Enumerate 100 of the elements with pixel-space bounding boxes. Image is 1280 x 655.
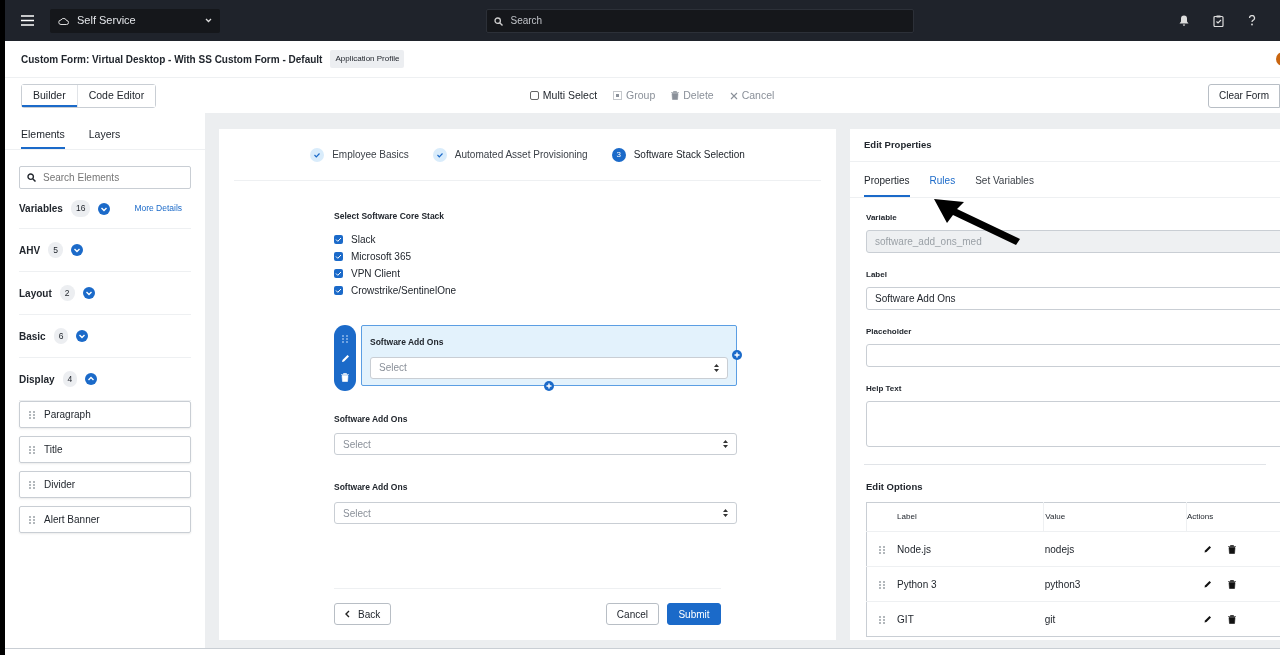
view-tab[interactable]: Builder — [22, 84, 77, 107]
checkbox[interactable] — [334, 234, 343, 244]
group-label: Layout — [19, 286, 52, 301]
checkbox[interactable] — [334, 268, 343, 278]
tag: Application Profile — [330, 50, 405, 68]
count-badge: 16 — [70, 200, 91, 217]
table-cell: GIT — [897, 613, 914, 625]
drag-handle-icon[interactable] — [877, 545, 886, 556]
checkbox[interactable] — [334, 285, 343, 295]
add-icon[interactable] — [732, 349, 742, 360]
step[interactable]: Employee Basics — [310, 147, 409, 162]
drag-handle-icon[interactable] — [877, 580, 886, 591]
sort-arrows-icon — [723, 509, 728, 517]
checkbox-option[interactable]: Crowstrike/SentinelOne — [334, 281, 737, 299]
group-label: Select Software Core Stack — [334, 210, 446, 223]
input-field[interactable] — [866, 344, 1280, 367]
view-tab[interactable]: Code Editor — [76, 84, 156, 107]
caret-icon — [205, 18, 212, 23]
clipboard-check-icon[interactable] — [1213, 14, 1224, 27]
count-badge: 5 — [48, 241, 63, 259]
drag-handle-icon — [28, 479, 36, 490]
more-details-link[interactable]: More Details — [134, 202, 183, 215]
properties-tab[interactable]: Set Variables — [975, 171, 1034, 197]
trash-icon[interactable] — [1227, 579, 1236, 589]
section-title: Edit Options — [865, 480, 924, 494]
field-label: Help Text — [866, 383, 903, 395]
element-item[interactable]: Alert Banner — [19, 506, 191, 533]
chevron-down-icon[interactable] — [98, 202, 111, 215]
sort-arrows-icon — [723, 440, 728, 449]
group-label: Variables — [19, 202, 63, 216]
chevron-up-icon[interactable] — [85, 373, 98, 385]
panel-title: Edit Properties — [864, 137, 932, 152]
sort-arrows-icon — [714, 363, 719, 372]
checkbox-option[interactable]: VPN Client — [334, 264, 737, 282]
pencil-icon[interactable] — [1203, 544, 1212, 553]
input-field[interactable]: Software Add Ons — [866, 287, 1280, 310]
drag-handle-icon[interactable] — [877, 615, 886, 626]
cloud-icon — [58, 16, 69, 25]
check-icon — [432, 147, 447, 162]
submit-button[interactable]: Submit — [667, 603, 721, 625]
help-icon[interactable] — [1248, 15, 1256, 26]
add-icon[interactable] — [544, 380, 554, 391]
field-label: Variable — [866, 212, 898, 224]
checkbox-icon — [529, 91, 539, 100]
trash-icon[interactable] — [1227, 544, 1236, 554]
group-icon — [613, 91, 623, 100]
drag-handle-icon[interactable] — [341, 333, 349, 344]
checkbox[interactable] — [334, 251, 343, 261]
element-item[interactable]: Title — [19, 436, 191, 463]
clear-form-button[interactable]: Clear Form — [1208, 83, 1280, 108]
drag-handle-icon — [28, 444, 36, 455]
field-label: Label — [866, 269, 888, 281]
sidebar-tab[interactable]: Layers — [88, 121, 121, 149]
bell-icon[interactable] — [1179, 15, 1189, 26]
field-label: Placeholder — [866, 326, 913, 338]
column-header: Value — [1045, 512, 1066, 522]
chevron-down-icon[interactable] — [76, 330, 89, 342]
table-cell: nodejs — [1044, 543, 1075, 555]
table-cell: git — [1044, 613, 1056, 625]
menu-icon[interactable] — [21, 15, 34, 26]
cancel-button[interactable]: Cancel — [605, 603, 659, 625]
multi-select-checkbox[interactable]: Multi Select — [529, 87, 598, 104]
group-label: Display — [19, 372, 55, 387]
page-title: Custom Form: Virtual Desktop - With SS Custom Form - Default — [21, 52, 323, 67]
step[interactable]: Automated Asset Provisioning — [432, 147, 588, 162]
chevron-down-icon[interactable] — [70, 244, 83, 256]
field-label: Software Add Ons — [334, 412, 409, 426]
check-icon — [310, 147, 325, 162]
element-item[interactable]: Paragraph — [19, 401, 191, 428]
count-badge: 4 — [62, 370, 78, 388]
close-icon — [729, 91, 738, 100]
chevron-down-icon[interactable] — [82, 287, 95, 299]
field-label: Software Add Ons — [334, 481, 409, 494]
search-field[interactable]: Search — [485, 8, 914, 33]
drag-handle-icon — [28, 409, 36, 420]
drag-handle-icon — [28, 514, 36, 525]
group-label: Basic — [19, 329, 46, 344]
properties-tab[interactable]: Rules — [929, 171, 956, 197]
table-cell: Python 3 — [897, 578, 937, 590]
chevron-left-icon — [345, 610, 350, 618]
properties-tab[interactable]: Properties — [864, 171, 910, 197]
step[interactable]: 3 Software Stack Selection — [611, 147, 745, 162]
table-cell: python3 — [1044, 578, 1081, 590]
checkbox-option[interactable]: Slack — [334, 230, 737, 248]
column-header: Actions — [1187, 512, 1214, 522]
checkbox-option[interactable]: Microsoft 365 — [334, 247, 737, 265]
element-item[interactable]: Divider — [19, 471, 191, 498]
trash-icon[interactable] — [1227, 614, 1236, 624]
column-header: Label — [897, 512, 917, 522]
pencil-icon[interactable] — [1203, 614, 1212, 623]
sidebar-tab[interactable]: Elements — [21, 121, 65, 149]
back-button[interactable]: Back — [334, 603, 392, 625]
field-label: Software Add Ons — [370, 335, 445, 349]
table-cell: Node.js — [897, 543, 931, 555]
group-label: AHV — [19, 243, 41, 258]
app-switcher[interactable]: Self Service — [50, 8, 220, 33]
trash-icon — [671, 91, 680, 100]
count-badge: 2 — [59, 284, 75, 302]
count-badge: 6 — [53, 327, 69, 345]
pencil-icon[interactable] — [1203, 579, 1212, 588]
